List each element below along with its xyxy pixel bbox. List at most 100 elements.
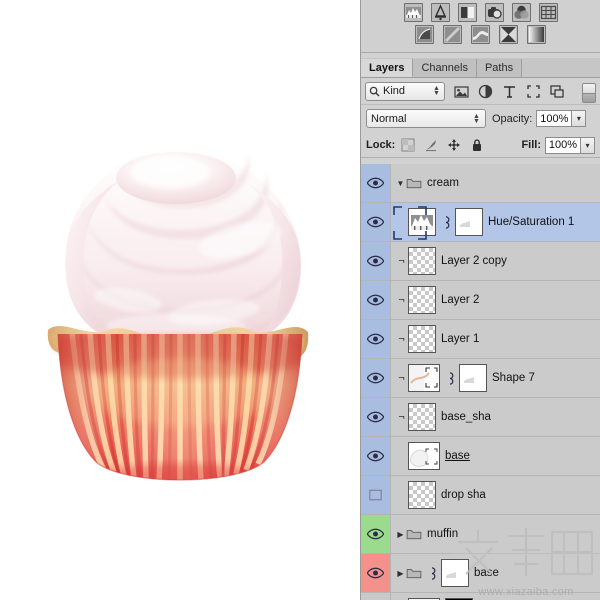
layer-name[interactable]: base: [474, 567, 499, 579]
layer-row-body[interactable]: drop sha: [391, 476, 600, 514]
layer-name[interactable]: Layer 1: [441, 333, 479, 345]
layer-mask-thumbnail-white[interactable]: [455, 208, 483, 236]
invert-adjustment-icon[interactable]: [499, 25, 518, 44]
layer-name[interactable]: base: [445, 450, 470, 462]
layer-thumbnail-transparent[interactable]: [408, 403, 436, 431]
layer-row-body[interactable]: ▶ base: [391, 554, 600, 592]
layer-thumbnail-transparent[interactable]: [408, 247, 436, 275]
opacity-dropdown-arrow[interactable]: ▾: [572, 110, 587, 127]
chevron-down-icon[interactable]: ▼: [395, 179, 406, 188]
layer-row[interactable]: ⌐ Layer 1: [361, 320, 600, 359]
adjustment-layer-thumbnail[interactable]: [408, 208, 436, 236]
layer-name[interactable]: Layer 2: [441, 294, 479, 306]
eye-visible-icon[interactable]: [367, 216, 384, 228]
layer-row[interactable]: ▶ base: [361, 554, 600, 593]
layer-row-body[interactable]: ⌐ Shape 7: [391, 359, 600, 397]
layer-visibility-toggle[interactable]: [361, 476, 391, 514]
layer-visibility-toggle[interactable]: [361, 437, 391, 475]
layer-name[interactable]: Shape 7: [492, 372, 535, 384]
filter-adjustment-layers-icon[interactable]: [478, 84, 493, 99]
opacity-input[interactable]: 100%: [536, 110, 573, 127]
link-mask-icon[interactable]: [441, 215, 451, 230]
vector-mask-thumbnail[interactable]: [459, 364, 487, 392]
lock-position-icon[interactable]: [447, 138, 461, 152]
layer-thumbnail-artwork[interactable]: [408, 442, 440, 470]
layer-row[interactable]: ⌐ Layer 2 copy: [361, 242, 600, 281]
hue-saturation-adjustment-icon[interactable]: [511, 3, 531, 22]
layer-row[interactable]: Hue/Saturation 1: [361, 203, 600, 242]
layer-visibility-toggle[interactable]: [361, 398, 391, 436]
layer-row[interactable]: ⌐ base_sha: [361, 398, 600, 437]
filter-type-layers-icon[interactable]: [502, 84, 517, 99]
blend-mode-stepper[interactable]: ▲ ▼: [472, 113, 481, 125]
layer-row-body[interactable]: ⌐ Layer 2: [391, 281, 600, 319]
layer-row[interactable]: cupcakes: [361, 593, 600, 600]
gradient-map-adjustment-icon[interactable]: [527, 25, 546, 44]
chevron-right-icon[interactable]: ▶: [395, 569, 406, 578]
layer-visibility-toggle[interactable]: [361, 203, 391, 241]
layer-row[interactable]: ▶ muffin: [361, 515, 600, 554]
layer-name[interactable]: base_sha: [441, 411, 491, 423]
layer-thumbnail-transparent[interactable]: [408, 325, 436, 353]
layer-visibility-toggle[interactable]: [361, 281, 391, 319]
layer-mask-thumbnail-white[interactable]: [441, 559, 469, 587]
photo-filter-adjustment-icon[interactable]: [443, 25, 462, 44]
layer-name[interactable]: Hue/Saturation 1: [488, 216, 574, 228]
filter-shape-layers-icon[interactable]: [526, 84, 541, 99]
chevron-right-icon[interactable]: ▶: [395, 530, 406, 539]
tab-paths[interactable]: Paths: [476, 59, 523, 77]
layer-visibility-toggle[interactable]: [361, 242, 391, 280]
lock-image-pixels-icon[interactable]: [424, 138, 438, 152]
layer-name[interactable]: drop sha: [441, 489, 486, 501]
layer-row-body[interactable]: ▼ cream: [391, 164, 600, 202]
document-canvas[interactable]: [0, 0, 360, 600]
layer-thumbnail-transparent[interactable]: [408, 481, 436, 509]
layer-row-body[interactable]: base: [391, 437, 600, 475]
layer-visibility-toggle[interactable]: [361, 515, 391, 553]
eye-visible-icon[interactable]: [367, 411, 384, 423]
levels-adjustment-icon[interactable]: [403, 3, 423, 22]
filter-smart-object-icon[interactable]: [550, 84, 565, 99]
eye-visible-icon[interactable]: [367, 372, 384, 384]
layer-row[interactable]: ▼ cream: [361, 164, 600, 203]
layer-row[interactable]: base: [361, 437, 600, 476]
layer-visibility-toggle[interactable]: [361, 164, 391, 202]
eye-visible-icon[interactable]: [367, 255, 384, 267]
fill-input[interactable]: 100%: [545, 136, 581, 154]
layer-row-body[interactable]: cupcakes: [391, 593, 600, 600]
layer-row[interactable]: ⌐ Layer 2: [361, 281, 600, 320]
shape-layer-thumbnail[interactable]: [408, 364, 440, 392]
layer-visibility-toggle[interactable]: [361, 554, 391, 592]
eye-visible-icon[interactable]: [367, 528, 384, 540]
vibrance-adjustment-icon[interactable]: [484, 3, 504, 22]
color-balance-adjustment-icon[interactable]: [538, 3, 558, 22]
eye-visible-icon[interactable]: [367, 450, 384, 462]
layer-visibility-toggle[interactable]: [361, 593, 391, 600]
filter-kind-stepper[interactable]: ▲ ▼: [432, 85, 441, 97]
filter-enable-toggle[interactable]: [582, 83, 596, 103]
filter-kind-select[interactable]: Kind ▲ ▼: [365, 81, 445, 101]
layer-name[interactable]: cream: [427, 177, 459, 189]
link-mask-icon[interactable]: [427, 566, 437, 581]
layer-row-body[interactable]: ▶ muffin: [391, 515, 600, 553]
black-and-white-adjustment-icon[interactable]: [415, 25, 434, 44]
lock-all-icon[interactable]: [470, 138, 484, 152]
filter-pixel-layers-icon[interactable]: [454, 84, 469, 99]
eye-visible-icon[interactable]: [367, 177, 384, 189]
layer-row[interactable]: ⌐ Shape 7: [361, 359, 600, 398]
eye-visible-icon[interactable]: [367, 567, 384, 579]
exposure-adjustment-icon[interactable]: [457, 3, 477, 22]
layer-row-body[interactable]: ⌐ base_sha: [391, 398, 600, 436]
tab-channels[interactable]: Channels: [413, 59, 477, 77]
layer-row-body[interactable]: ⌐ Layer 1: [391, 320, 600, 358]
layer-row-body[interactable]: ⌐ Layer 2 copy: [391, 242, 600, 280]
channel-mixer-adjustment-icon[interactable]: [471, 25, 490, 44]
tab-layers[interactable]: Layers: [361, 59, 414, 77]
eye-visible-icon[interactable]: [367, 294, 384, 306]
fill-dropdown-arrow[interactable]: ▾: [581, 136, 595, 154]
layer-name[interactable]: Layer 2 copy: [441, 255, 507, 267]
eye-visible-icon[interactable]: [367, 333, 384, 345]
layer-row-body[interactable]: Hue/Saturation 1: [391, 203, 600, 241]
layer-row[interactable]: drop sha: [361, 476, 600, 515]
layer-thumbnail-transparent[interactable]: [408, 286, 436, 314]
